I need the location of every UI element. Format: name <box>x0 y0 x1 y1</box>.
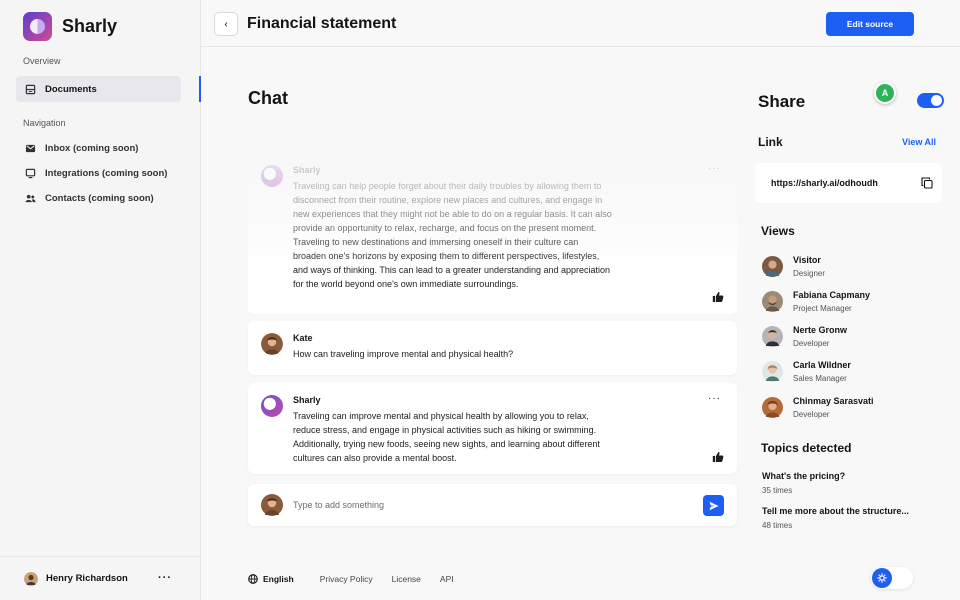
chat-message: Sharly ··· Traveling can help people for… <box>248 153 737 314</box>
views-heading: Views <box>761 224 795 238</box>
chat-title: Chat <box>248 88 288 108</box>
people-icon <box>25 194 36 202</box>
viewer-item: Carla Wildner Sales Manager <box>762 358 952 386</box>
edit-source-button[interactable]: Edit source <box>826 12 914 36</box>
app-logo[interactable]: Sharly <box>23 12 117 41</box>
user-avatar <box>24 571 38 586</box>
viewer-name: Visitor <box>793 255 821 265</box>
viewer-item: Nerte Gronw Developer <box>762 323 952 351</box>
sidebar-item-inbox[interactable]: Inbox (coming soon) <box>16 135 181 161</box>
sidebar: Sharly Overview Documents Navigation Inb… <box>0 0 201 600</box>
message-text: Traveling can improve mental and physica… <box>293 411 600 463</box>
active-indicator <box>199 76 201 102</box>
share-title: Share <box>758 92 806 111</box>
send-icon <box>709 501 718 510</box>
sidebar-item-label: Documents <box>45 83 97 95</box>
topic-count: 35 times <box>762 486 793 495</box>
topics-heading: Topics detected <box>761 441 852 455</box>
globe-icon <box>248 574 258 584</box>
sharly-avatar <box>261 395 283 417</box>
viewer-avatar <box>762 326 783 347</box>
kate-avatar <box>261 333 283 355</box>
share-link-box: https://sharly.ai/odhoudh <box>755 163 942 203</box>
message-text: Traveling can help people forget about t… <box>293 181 612 289</box>
viewer-avatar <box>762 397 783 418</box>
viewer-role: Developer <box>793 410 830 419</box>
viewer-name: Nerte Gronw <box>793 325 848 335</box>
message-text: How can traveling improve mental and phy… <box>293 349 514 359</box>
viewer-role: Sales Manager <box>793 374 847 383</box>
navigation-section-label: Navigation <box>23 118 66 128</box>
overview-section-label: Overview <box>23 56 61 66</box>
chat-message: Kate How can traveling improve mental an… <box>248 321 737 375</box>
viewer-role: Developer <box>793 339 830 348</box>
app-name: Sharly <box>62 16 118 36</box>
documents-icon <box>25 84 36 94</box>
moon-icon <box>898 572 903 583</box>
link-heading: Link <box>758 135 783 149</box>
viewer-name: Chinmay Sarasvati <box>793 396 874 406</box>
message-more-icon[interactable]: ··· <box>708 163 721 174</box>
language-selector[interactable]: English <box>248 574 294 584</box>
message-author: Sharly <box>293 395 321 405</box>
message-author: Sharly <box>293 165 321 175</box>
api-link[interactable]: API <box>440 574 454 584</box>
top-header: ‹ Financial statement Edit source <box>201 0 960 47</box>
presence-avatar: A <box>874 82 896 104</box>
viewer-role: Project Manager <box>793 304 852 313</box>
sidebar-item-documents[interactable]: Documents <box>16 76 181 102</box>
view-all-link[interactable]: View All <box>902 137 936 147</box>
page-title: Financial statement <box>247 15 397 32</box>
thumbs-up-icon[interactable] <box>712 291 724 303</box>
viewer-item: Visitor Designer <box>762 253 952 281</box>
user-menu-more-icon[interactable]: ··· <box>158 572 172 584</box>
sidebar-item-label: Inbox (coming soon) <box>45 142 139 154</box>
sharly-logo-icon <box>23 12 52 41</box>
chat-composer <box>248 484 737 526</box>
sharly-avatar <box>261 165 283 187</box>
theme-toggle[interactable] <box>871 567 913 589</box>
sidebar-item-contacts[interactable]: Contacts (coming soon) <box>16 185 181 211</box>
share-link-url: https://sharly.ai/odhoudh <box>771 178 878 188</box>
sidebar-item-label: Integrations (coming soon) <box>45 167 168 179</box>
light-mode-gear-icon <box>872 568 892 588</box>
chevron-left-icon: ‹ <box>224 18 228 30</box>
user-profile[interactable]: Henry Richardson ··· <box>0 556 200 600</box>
share-toggle[interactable] <box>917 93 944 108</box>
topic-item[interactable]: What's the pricing? 35 times <box>762 471 952 495</box>
sidebar-item-integrations[interactable]: Integrations (coming soon) <box>16 160 181 186</box>
chat-message: Sharly ··· Traveling can improve mental … <box>248 383 737 474</box>
topic-count: 48 times <box>762 521 793 530</box>
viewer-item: Chinmay Sarasvati Developer <box>762 394 952 422</box>
back-button[interactable]: ‹ <box>214 12 238 36</box>
privacy-policy-link[interactable]: Privacy Policy <box>320 574 373 584</box>
thumbs-up-icon[interactable] <box>712 451 724 463</box>
topic-question: Tell me more about the structure... <box>762 506 909 516</box>
viewer-name: Fabiana Capmany <box>793 290 871 300</box>
topic-item[interactable]: Tell me more about the structure... 48 t… <box>762 506 952 530</box>
sidebar-item-label: Contacts (coming soon) <box>45 192 154 204</box>
mail-icon <box>25 144 36 152</box>
chat-input[interactable] <box>293 497 673 513</box>
topic-question: What's the pricing? <box>762 471 846 481</box>
viewer-avatar <box>762 291 783 312</box>
send-button[interactable] <box>703 495 724 516</box>
page-footer: English Privacy Policy License API <box>248 574 454 584</box>
viewer-avatar <box>762 256 783 277</box>
viewer-name: Carla Wildner <box>793 360 851 370</box>
message-more-icon[interactable]: ··· <box>708 393 721 404</box>
kate-avatar <box>261 494 283 516</box>
copy-icon[interactable] <box>921 177 933 189</box>
license-link[interactable]: License <box>392 574 421 584</box>
user-name: Henry Richardson <box>46 573 128 584</box>
viewer-item: Fabiana Capmany Project Manager <box>762 288 952 316</box>
viewer-avatar <box>762 361 783 382</box>
message-author: Kate <box>293 333 313 343</box>
viewer-role: Designer <box>793 269 826 278</box>
monitor-icon <box>25 168 36 178</box>
language-label: English <box>263 574 294 584</box>
